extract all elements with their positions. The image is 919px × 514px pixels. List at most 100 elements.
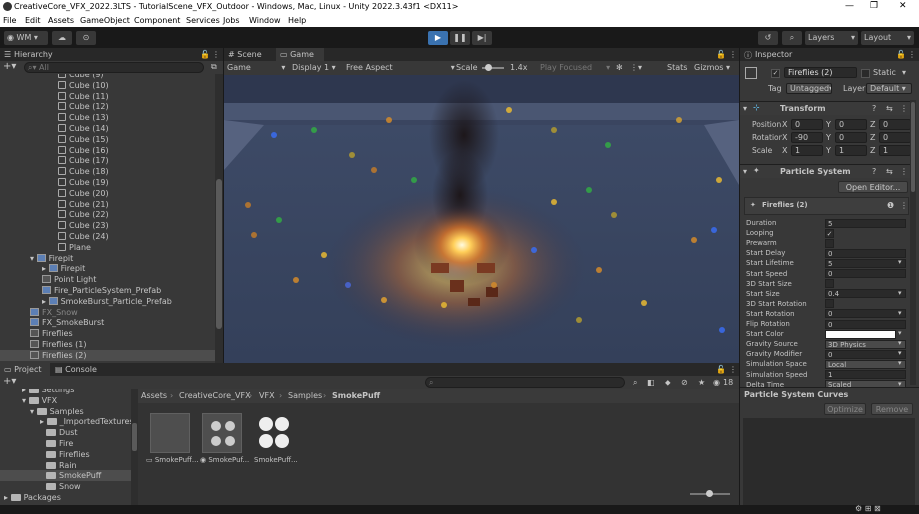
project-folder-item[interactable]: Fire <box>46 438 73 449</box>
breadcrumb-creativecore[interactable]: CreativeCore_VFX <box>179 391 251 400</box>
static-checkbox[interactable] <box>861 69 870 78</box>
game-tab[interactable]: ▭ Game <box>276 48 324 61</box>
object-name-field[interactable]: Fireflies (2) <box>784 67 857 78</box>
particle-prop-field[interactable] <box>825 329 896 339</box>
collapse-arrow-icon[interactable]: ▾ <box>743 104 747 113</box>
dropdown-arrow-icon[interactable]: ▾ <box>898 309 902 317</box>
static-dropdown-icon[interactable]: ▾ <box>902 68 906 77</box>
menu-services[interactable]: Services <box>186 16 220 25</box>
transform-pos-y-field[interactable]: 0 <box>835 119 867 130</box>
menu-gameobject[interactable]: GameObject <box>80 16 130 25</box>
hierarchy-item[interactable]: ▾ Firepit <box>30 253 73 264</box>
particle-prop-checkbox[interactable] <box>825 238 834 248</box>
minimize-button[interactable]: — <box>845 1 854 11</box>
module-info-icon[interactable]: ❶ <box>887 201 894 210</box>
hierarchy-item[interactable]: Plane <box>58 242 91 253</box>
hierarchy-item[interactable]: Cube (20) <box>58 188 109 199</box>
cloud-icon[interactable]: ☁ <box>52 31 72 45</box>
tag-dropdown[interactable]: Untagged▾ <box>786 83 832 94</box>
active-checkbox[interactable]: ✓ <box>771 69 780 78</box>
particle-prop-field[interactable]: 0 <box>825 349 906 359</box>
breadcrumb-vfx[interactable]: VFX <box>259 391 275 400</box>
hierarchy-item[interactable]: Cube (22) <box>58 209 109 220</box>
thumbnail-size-handle[interactable] <box>706 490 713 497</box>
game-viewport[interactable] <box>224 75 739 363</box>
label-filter-icon[interactable]: ⬥ <box>665 378 671 388</box>
hierarchy-item[interactable]: FX_SmokeBurst <box>30 317 104 328</box>
hierarchy-item[interactable]: FX_Snow <box>30 307 78 318</box>
hidden-packages-icon[interactable]: ⊘ <box>681 378 688 387</box>
breadcrumb-samples[interactable]: Samples <box>288 391 322 400</box>
lock-icon[interactable]: 🔓 <box>716 50 726 59</box>
hierarchy-item[interactable]: Cube (19) <box>58 177 109 188</box>
transform-scl-x-field[interactable]: 1 <box>791 145 823 156</box>
hierarchy-tab[interactable]: Hierarchy <box>14 50 53 59</box>
scene-tab[interactable]: # Scene <box>228 50 262 59</box>
dropdown-arrow-icon[interactable]: ▾ <box>898 329 902 337</box>
hierarchy-item[interactable]: Cube (14) <box>58 123 109 134</box>
transform-scl-z-field[interactable]: 1 <box>879 145 911 156</box>
hierarchy-item[interactable]: Cube (18) <box>58 166 109 177</box>
layers-dropdown[interactable]: Layers ▾ <box>805 31 858 45</box>
transform-pos-z-field[interactable]: 0 <box>879 119 911 130</box>
menu-edit[interactable]: Edit <box>25 16 41 25</box>
hierarchy-item[interactable]: Cube (13) <box>58 112 109 123</box>
scale-slider-handle[interactable] <box>485 64 492 71</box>
transform-pos-x-field[interactable]: 0 <box>791 119 823 130</box>
asset-label[interactable]: ◉ SmokePuf... <box>200 456 249 464</box>
project-folder-item[interactable]: ▾ Samples <box>30 406 84 417</box>
menu-jobs[interactable]: Jobs <box>223 16 240 25</box>
particle-prop-field[interactable]: 0 <box>825 319 906 329</box>
hierarchy-item[interactable]: Cube (15) <box>58 134 109 145</box>
transform-header[interactable]: ▾ ⊹ Transform ? ⇆ ⋮ <box>740 101 912 115</box>
expand-arrow-icon[interactable]: ▾ <box>22 396 29 405</box>
asset-thumbnail[interactable] <box>254 413 294 453</box>
more-icon[interactable]: ⋮ <box>729 50 737 59</box>
dropdown-arrow-icon[interactable]: ▾ <box>898 359 902 367</box>
collab-icon[interactable]: ⊙ <box>76 31 96 45</box>
stats-button[interactable]: Stats <box>667 63 687 72</box>
transform-rot-z-field[interactable]: 0 <box>879 132 911 143</box>
menu-file[interactable]: File <box>3 16 16 25</box>
project-folder-item[interactable]: Fireflies <box>46 449 90 460</box>
layout-dropdown[interactable]: Layout ▾ <box>861 31 914 45</box>
expand-arrow-icon[interactable]: ▸ <box>4 493 11 502</box>
close-button[interactable]: ✕ <box>899 1 907 11</box>
hierarchy-item[interactable]: Cube (10) <box>58 80 109 91</box>
particle-module-header[interactable]: ✦ Fireflies (2) ❶ ⋮ <box>744 197 909 215</box>
hierarchy-scrollbar[interactable] <box>215 74 223 363</box>
particle-prop-field[interactable]: 5 <box>825 258 906 268</box>
more-icon[interactable]: ⋮ <box>908 50 916 59</box>
component-menu-icon[interactable]: ⋮ <box>900 104 908 113</box>
dropdown-arrow-icon[interactable]: ▾ <box>898 258 902 266</box>
scrollbar-thumb[interactable] <box>132 423 137 451</box>
mute-audio-icon[interactable]: ✻ <box>616 63 623 72</box>
maximize-button[interactable]: ❐ <box>870 1 878 11</box>
expand-arrow-icon[interactable]: ▸ <box>22 389 29 394</box>
project-tree-scrollbar[interactable] <box>131 389 138 505</box>
preset-icon[interactable]: ⇆ <box>886 104 893 113</box>
favorite-icon[interactable]: ★ <box>698 378 705 387</box>
history-icon[interactable]: ↺ <box>758 31 778 45</box>
particle-prop-field[interactable]: 0 <box>825 248 906 258</box>
breadcrumb-smokepuff[interactable]: SmokePuff <box>332 391 380 400</box>
particle-prop-field[interactable]: 1 <box>825 370 906 379</box>
particle-prop-checkbox[interactable] <box>825 299 834 309</box>
asset-label[interactable]: ▭ SmokePuff... <box>146 456 199 464</box>
particle-prop-field[interactable]: Local <box>825 359 906 369</box>
hierarchy-search-input[interactable]: ⌕▾ All <box>24 62 204 73</box>
remove-button[interactable]: Remove <box>871 403 913 415</box>
particle-system-header[interactable]: ▾ ✦ Particle System ? ⇆ ⋮ <box>740 164 912 178</box>
project-folder-item[interactable]: ▸ Packages <box>4 492 61 503</box>
project-folder-item[interactable]: Rain <box>46 460 77 471</box>
particle-prop-field[interactable]: 3D Physics <box>825 339 906 349</box>
scrollbar-thumb[interactable] <box>911 102 915 192</box>
dropdown-arrow-icon[interactable]: ▾ <box>898 289 902 297</box>
dropdown-arrow-icon[interactable]: ▾ <box>898 349 902 357</box>
project-search-input[interactable]: ⌕ <box>425 377 625 388</box>
play-focused-dropdown[interactable]: Play Focused ▾ <box>540 63 610 72</box>
hierarchy-item[interactable]: Cube (11) <box>58 91 109 102</box>
hierarchy-item[interactable]: Cube (16) <box>58 145 109 156</box>
hierarchy-item[interactable]: Cube (24) <box>58 231 109 242</box>
lock-icon[interactable]: 🔓 <box>896 50 906 59</box>
